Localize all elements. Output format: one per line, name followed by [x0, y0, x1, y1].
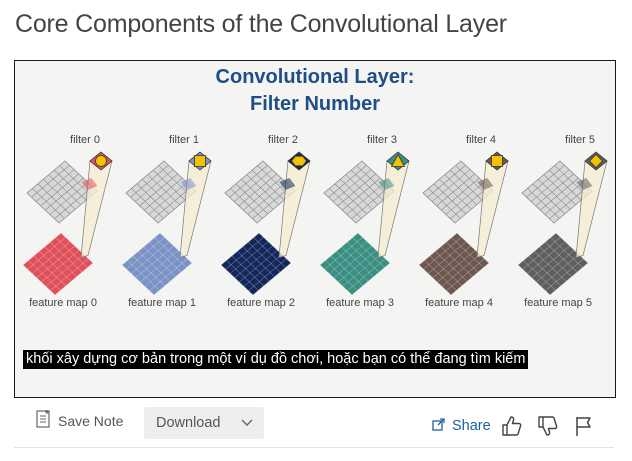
- filter-label-4: filter 4: [466, 134, 496, 146]
- filter-shape-square: [491, 155, 503, 167]
- projection-beam-5: [575, 160, 608, 258]
- save-note-button[interactable]: Save Note: [36, 410, 123, 431]
- filter-column-2: filter 2 feature map 2: [220, 134, 311, 309]
- thumbs-up-icon[interactable]: [500, 414, 524, 438]
- toolbar-divider: [14, 447, 614, 448]
- projection-beam-2: [278, 160, 311, 258]
- share-icon: [432, 417, 446, 435]
- filter-column-1: filter 1 feature map 1: [121, 134, 212, 309]
- filter-label-5: filter 5: [565, 134, 595, 146]
- projection-beam-3: [377, 160, 410, 258]
- filter-column-5: filter 5 feature map 5: [517, 134, 608, 309]
- filter-label-3: filter 3: [367, 134, 397, 146]
- video-subtitle: khối xây dựng cơ bản trong một ví dụ đồ …: [23, 350, 529, 369]
- projection-beam-1: [179, 160, 212, 258]
- filter-shape-square: [194, 155, 206, 167]
- filter-column-0: filter 0 feature map 0: [22, 134, 113, 309]
- filter-label-0: filter 0: [70, 134, 100, 146]
- thumbs-down-icon[interactable]: [536, 414, 560, 438]
- chevron-down-icon: [240, 416, 254, 434]
- filter-label-2: filter 2: [268, 134, 298, 146]
- feature-map-label-4: feature map 4: [425, 297, 493, 309]
- share-label: Share: [452, 418, 491, 434]
- feature-map-label-2: feature map 2: [227, 297, 295, 309]
- feature-map-label-1: feature map 1: [128, 297, 196, 309]
- download-label: Download: [156, 415, 221, 431]
- projection-beam-4: [476, 160, 509, 258]
- save-note-label: Save Note: [58, 412, 124, 429]
- page-title: Core Components of the Convolutional Lay…: [15, 10, 507, 38]
- feature-map-label-3: feature map 3: [326, 297, 394, 309]
- filter-shape-hexagon: [290, 155, 308, 167]
- flag-icon[interactable]: [572, 414, 596, 438]
- projection-beam-0: [80, 160, 113, 258]
- video-toolbar: Save Note Download Share: [14, 400, 616, 450]
- share-button[interactable]: Share: [432, 417, 491, 435]
- note-icon: [36, 410, 50, 431]
- video-player[interactable]: Convolutional Layer: Filter Number filte…: [14, 60, 616, 398]
- feature-map-label-0: feature map 0: [29, 297, 97, 309]
- filter-column-4: filter 4 feature map 4: [418, 134, 509, 309]
- download-dropdown[interactable]: Download: [144, 407, 264, 439]
- filter-column-3: filter 3 feature map 3: [319, 134, 410, 309]
- filter-label-1: filter 1: [169, 134, 199, 146]
- feature-map-label-5: feature map 5: [524, 297, 592, 309]
- filter-shape-circle: [95, 155, 107, 167]
- filter-diagram: filter 0 feature map 0 filter 1 feature map…: [22, 134, 608, 309]
